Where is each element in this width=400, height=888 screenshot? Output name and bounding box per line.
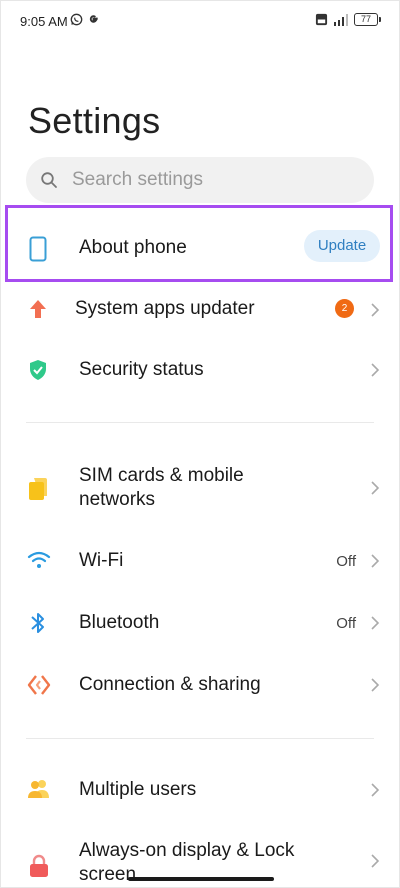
status-bar: 9:05 AM 77 xyxy=(0,0,400,44)
phone-icon xyxy=(29,236,47,262)
google-icon xyxy=(89,15,98,23)
search-bar[interactable] xyxy=(26,157,374,203)
status-right-icons: 77 xyxy=(315,13,381,26)
chevron-right-icon xyxy=(371,854,380,868)
lock-icon xyxy=(30,854,48,877)
status-left-icons xyxy=(70,13,100,26)
home-indicator[interactable] xyxy=(128,877,274,881)
sim-cards-label-line1: SIM cards & mobile xyxy=(79,465,244,486)
bluetooth-status: Off xyxy=(336,615,356,632)
chevron-right-icon xyxy=(371,616,380,630)
sim-status-icon xyxy=(315,13,328,26)
about-phone-label: About phone xyxy=(79,237,187,258)
signal-icon xyxy=(334,13,348,26)
update-button[interactable]: Update xyxy=(304,230,380,262)
security-status-label: Security status xyxy=(79,359,204,380)
chevron-right-icon xyxy=(371,783,380,797)
section-divider xyxy=(26,422,374,423)
settings-item-multiple-users[interactable]: Multiple users xyxy=(0,765,400,815)
connection-sharing-icon xyxy=(27,675,51,695)
section-divider xyxy=(26,738,374,739)
search-input[interactable] xyxy=(72,157,362,203)
arrow-up-icon xyxy=(30,300,46,318)
settings-item-wifi[interactable]: Wi-Fi Off xyxy=(0,536,400,586)
sim-card-icon xyxy=(29,478,47,500)
always-on-label-line2: screen xyxy=(79,864,137,885)
always-on-label-line1: Always-on display & Lock xyxy=(79,840,295,861)
wifi-label: Wi-Fi xyxy=(79,550,124,571)
whatsapp-icon xyxy=(70,13,83,26)
chevron-right-icon xyxy=(371,303,380,317)
battery-icon: 77 xyxy=(354,13,381,26)
settings-item-connection-sharing[interactable]: Connection & sharing xyxy=(0,660,400,710)
wifi-status: Off xyxy=(336,553,356,570)
status-time: 9:05 AM xyxy=(20,14,68,29)
chevron-right-icon xyxy=(371,554,380,568)
bluetooth-label: Bluetooth xyxy=(79,612,160,633)
chevron-right-icon xyxy=(371,363,380,377)
system-apps-updater-label: System apps updater xyxy=(75,298,255,319)
multiple-users-label: Multiple users xyxy=(79,779,197,800)
shield-check-icon xyxy=(30,360,46,380)
chevron-right-icon xyxy=(371,678,380,692)
settings-item-sim-cards[interactable]: SIM cards & mobile networks xyxy=(0,455,400,521)
chevron-right-icon xyxy=(371,481,380,495)
sim-cards-label-line2: networks xyxy=(79,489,156,510)
page-title: Settings xyxy=(28,100,161,141)
update-count-badge: 2 xyxy=(335,299,354,318)
users-icon xyxy=(28,780,49,798)
wifi-icon xyxy=(27,551,51,568)
connection-sharing-label: Connection & sharing xyxy=(79,674,261,695)
bluetooth-icon xyxy=(31,613,44,633)
search-icon xyxy=(41,172,57,188)
settings-item-bluetooth[interactable]: Bluetooth Off xyxy=(0,598,400,648)
settings-item-security-status[interactable]: Security status xyxy=(0,345,400,395)
